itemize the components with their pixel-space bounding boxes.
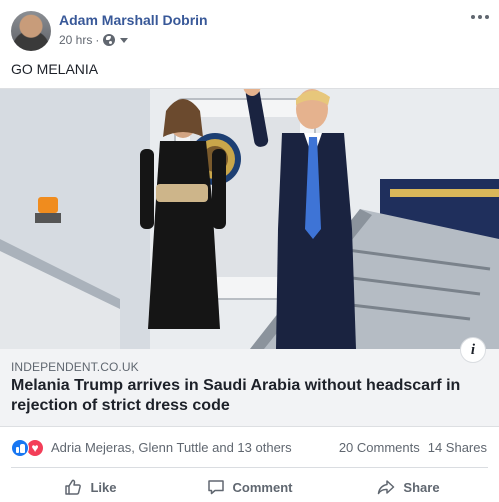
like-button[interactable]: Like [11,472,170,502]
share-button[interactable]: Share [329,472,488,502]
post-actions: Like Comment Share [11,472,488,502]
post-timestamp[interactable]: 20 hrs [59,33,92,47]
more-dot [471,15,475,19]
link-preview-image[interactable] [0,89,499,349]
link-attachment[interactable]: i INDEPENDENT.CO.UK Melania Trump arrive… [0,88,499,427]
comment-label: Comment [232,479,293,495]
author-name[interactable]: Adam Marshall Dobrin [59,12,208,28]
like-label: Like [90,479,117,495]
reactors-summary[interactable]: Adria Mejeras, Glenn Tuttle and 13 other… [51,440,292,455]
reactions-bar: Adria Mejeras, Glenn Tuttle and 13 other… [0,432,499,462]
meta-separator: · [95,33,100,47]
facebook-post: Adam Marshall Dobrin 20 hrs · GO MELANIA [0,0,499,502]
reaction-icons[interactable] [11,439,47,457]
info-icon[interactable]: i [460,337,486,363]
more-dot [478,15,482,19]
comment-button[interactable]: Comment [170,472,329,502]
link-photo [0,89,499,349]
link-domain: INDEPENDENT.CO.UK [11,360,139,374]
post-status-text: GO MELANIA [11,61,99,77]
avatar[interactable] [11,11,51,51]
shares-count[interactable]: 14 Shares [428,440,487,455]
link-title[interactable]: Melania Trump arrives in Saudi Arabia wi… [11,376,481,416]
engagement-counts: 20 Comments 14 Shares [339,440,487,455]
like-reaction-icon[interactable] [11,439,29,457]
globe-icon[interactable] [103,34,116,46]
share-icon [378,480,395,495]
thumbs-up-icon [65,479,82,495]
more-dot [485,15,489,19]
divider [11,467,488,468]
more-options-icon[interactable] [471,13,489,21]
comments-count[interactable]: 20 Comments [339,440,420,455]
share-label: Share [403,479,440,495]
comment-icon [207,480,224,495]
post-meta: 20 hrs · [59,33,129,47]
post-header: Adam Marshall Dobrin 20 hrs · [0,0,499,58]
caret-down-icon[interactable] [120,38,129,43]
